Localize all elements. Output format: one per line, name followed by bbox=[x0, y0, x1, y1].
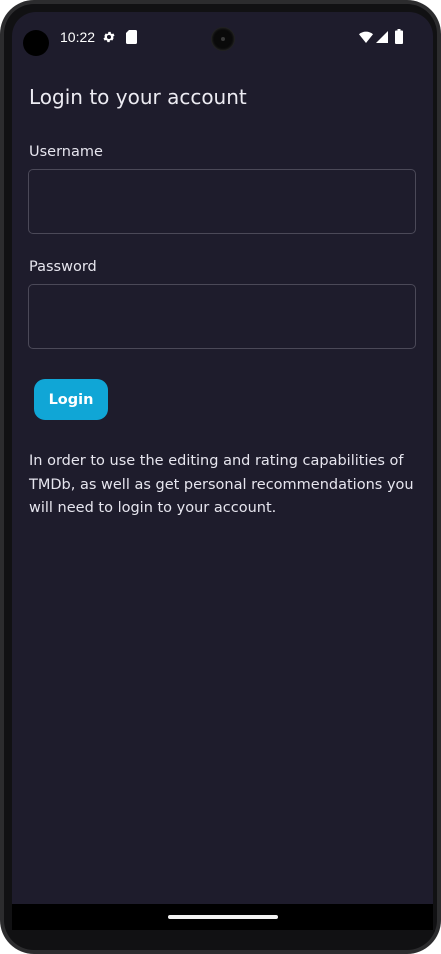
username-label: Username bbox=[29, 144, 103, 160]
navigation-bar bbox=[12, 904, 433, 930]
home-indicator[interactable] bbox=[168, 915, 278, 919]
login-button[interactable]: Login bbox=[34, 379, 108, 420]
sd-card-icon bbox=[126, 30, 137, 44]
page-title: Login to your account bbox=[29, 85, 247, 109]
camera-cutout bbox=[23, 30, 49, 56]
username-field[interactable] bbox=[28, 169, 416, 234]
settings-icon bbox=[103, 31, 115, 43]
status-time: 10:22 bbox=[60, 29, 96, 45]
phone-frame: 10:22 Login to your account Username Pas… bbox=[0, 0, 441, 954]
front-camera bbox=[211, 27, 235, 51]
password-field[interactable] bbox=[28, 284, 416, 349]
screen: 10:22 Login to your account Username Pas… bbox=[12, 12, 433, 928]
cell-signal-icon bbox=[376, 31, 388, 43]
wifi-icon bbox=[359, 31, 373, 43]
battery-icon bbox=[395, 29, 403, 44]
login-info-text: In order to use the editing and rating c… bbox=[29, 453, 414, 516]
status-bar: 10:22 bbox=[12, 12, 433, 64]
password-label: Password bbox=[29, 259, 97, 275]
